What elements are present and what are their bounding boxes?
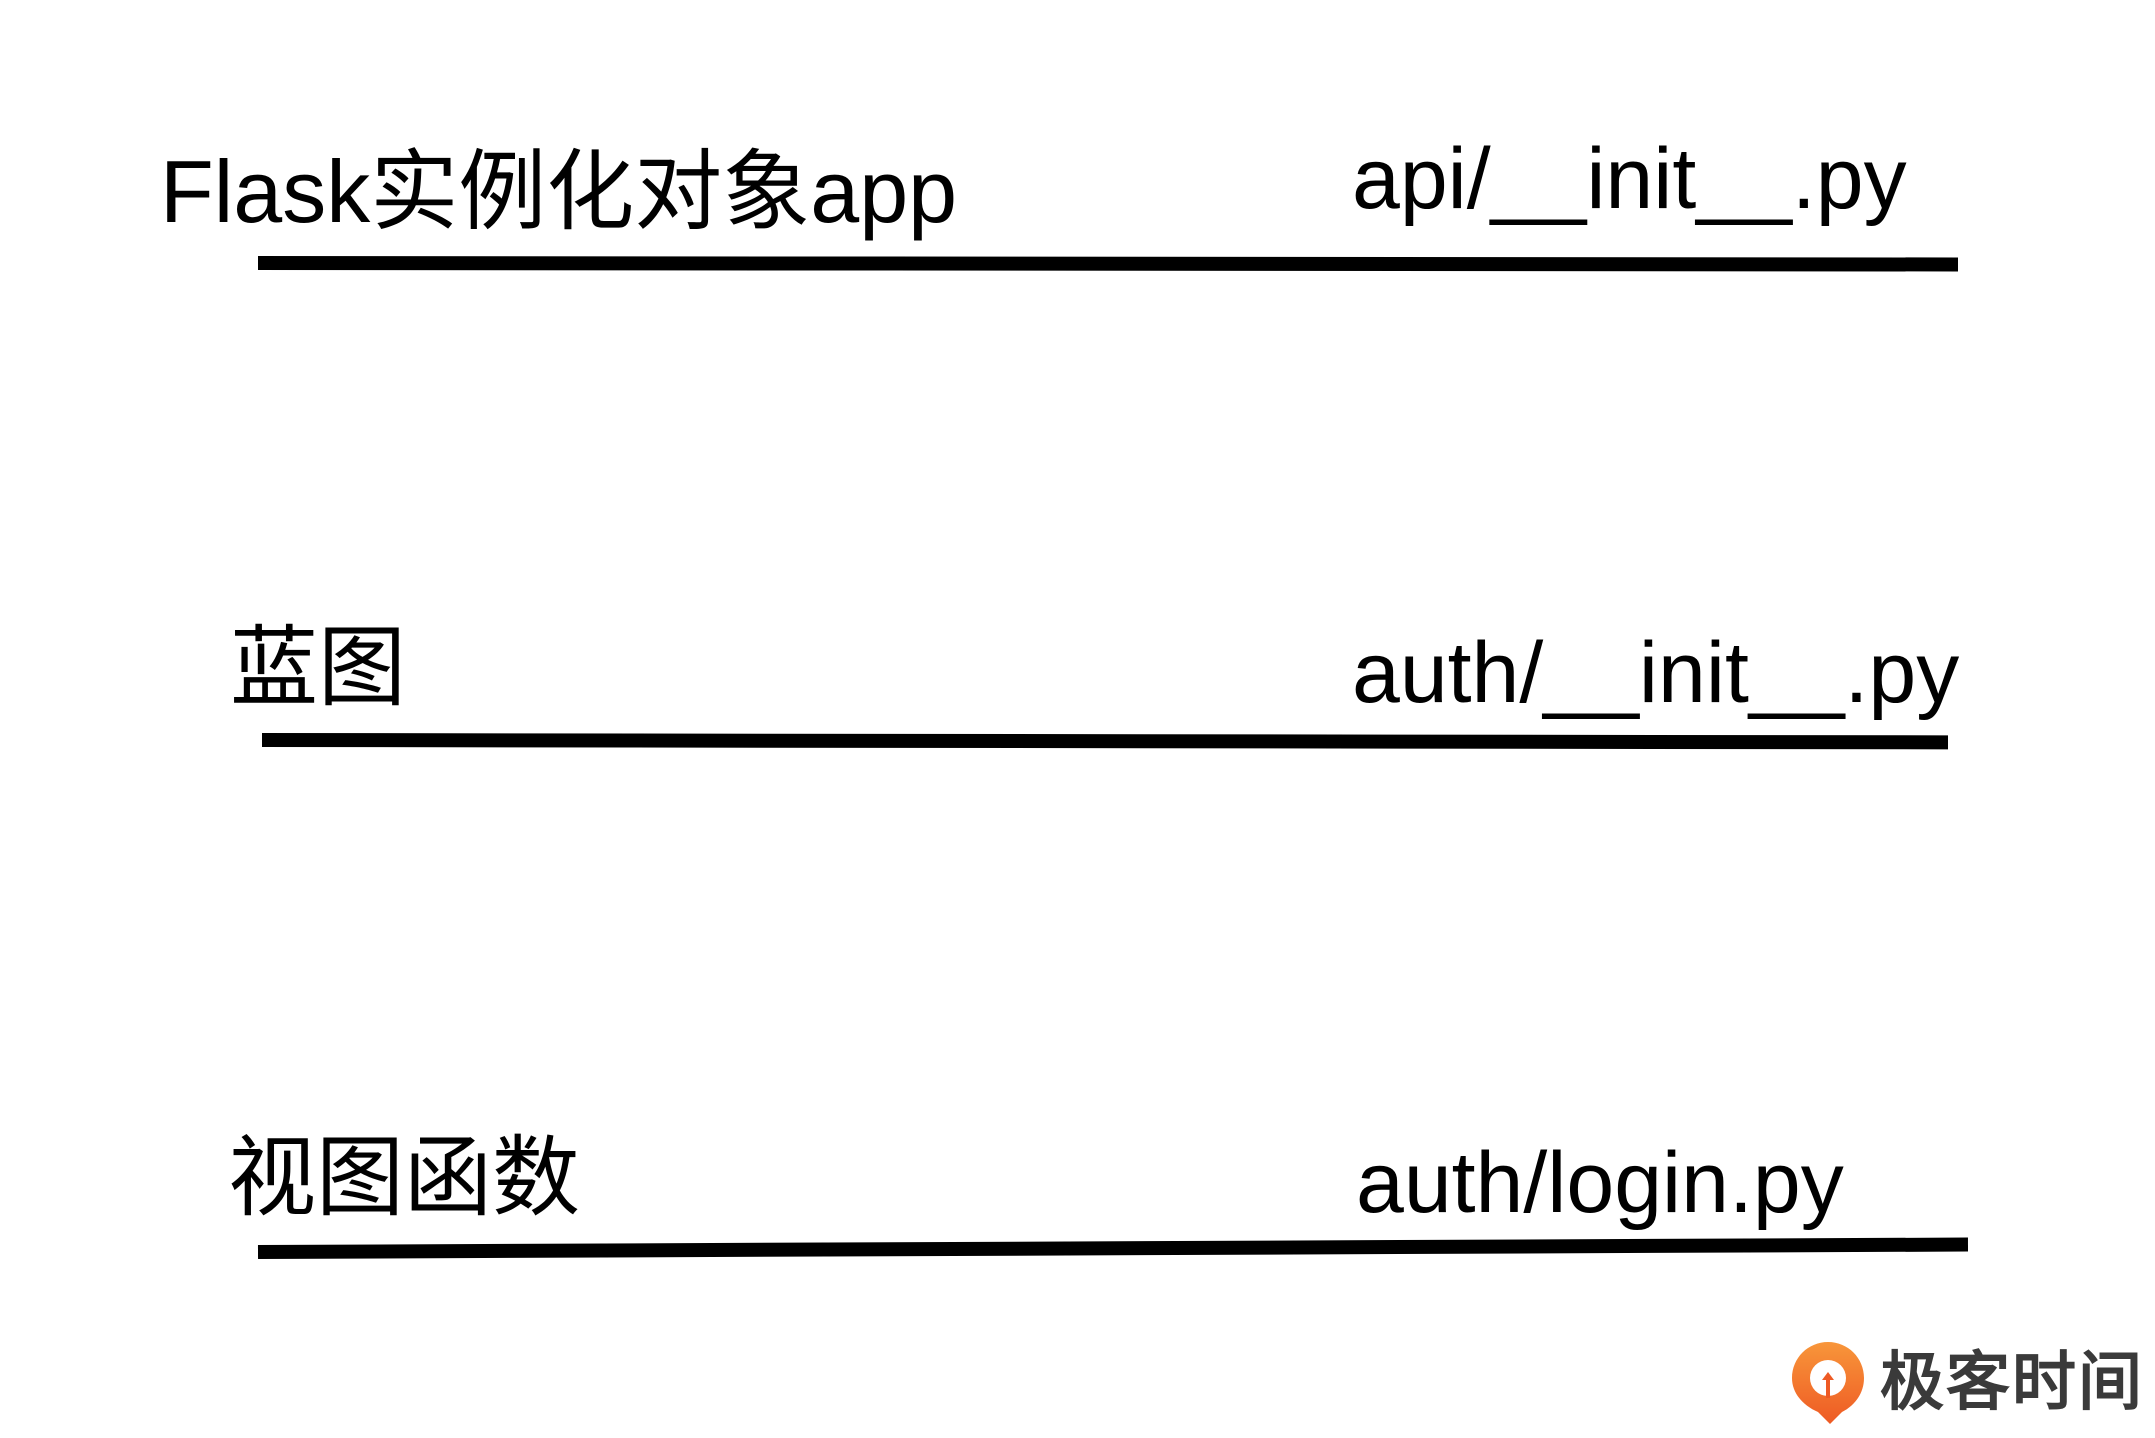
layer-diagram: Flask实例化对象app api/__init__.py 蓝图 auth/__… bbox=[0, 0, 2155, 1438]
layer-label: 视图函数 bbox=[228, 1128, 581, 1227]
row-view-function: 视图函数 auth/login.py bbox=[0, 0, 2155, 1438]
layer-divider-line bbox=[257, 1237, 1969, 1259]
file-path: auth/login.py bbox=[1356, 1135, 1844, 1231]
brand-name: 极客时间 bbox=[1880, 1346, 2144, 1420]
brand-logo: 极客时间 bbox=[1790, 1338, 2144, 1428]
geektime-logo-icon bbox=[1792, 1342, 1864, 1424]
